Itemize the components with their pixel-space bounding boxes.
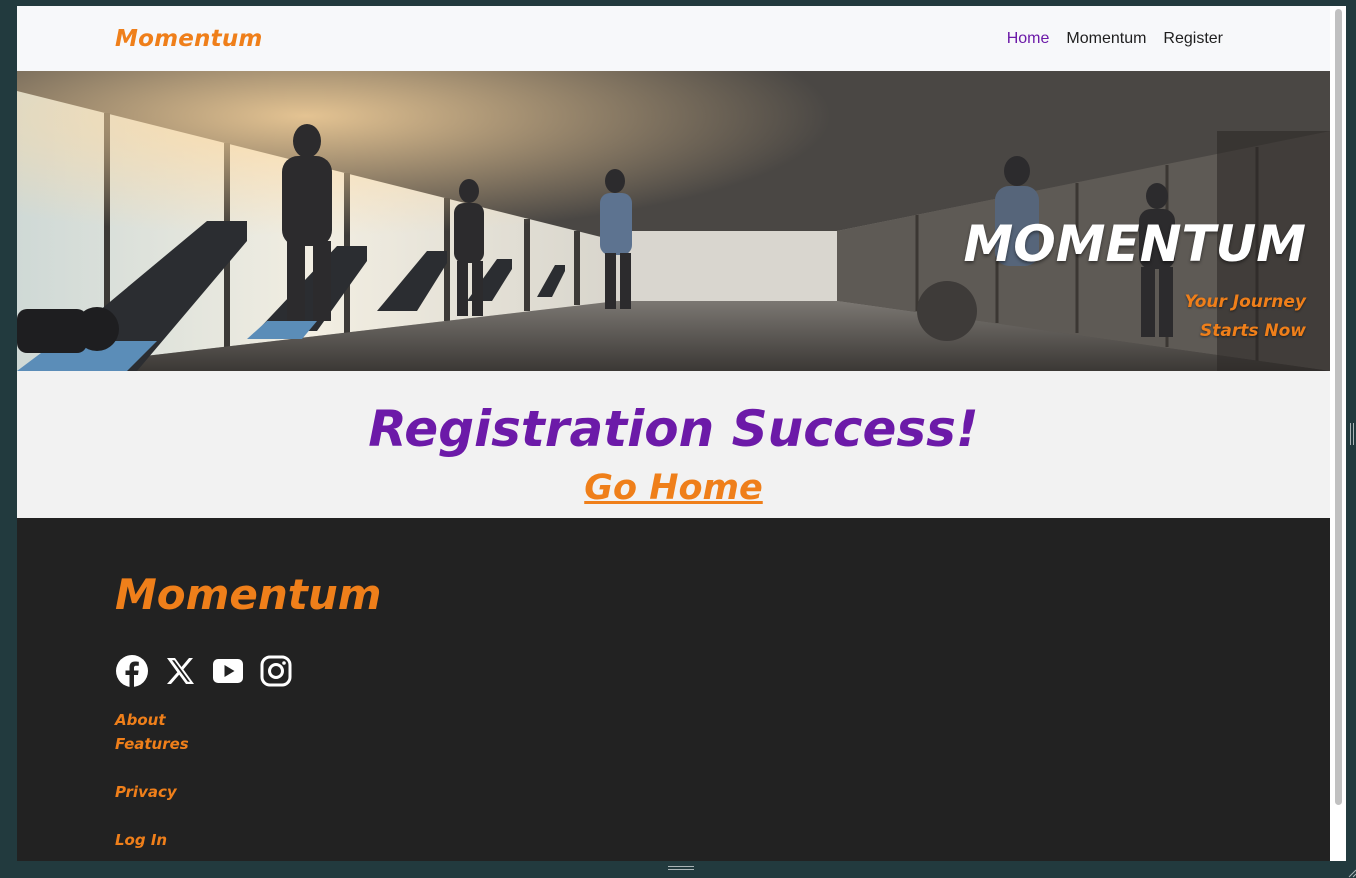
vertical-scrollbar[interactable]: [1330, 6, 1346, 861]
footer: Momentum About Features Privacy Log In: [17, 518, 1330, 861]
footer-links-spacer: [115, 756, 1330, 780]
success-heading: Registration Success!: [368, 400, 979, 458]
bottom-resize-handle[interactable]: [668, 866, 694, 874]
footer-brand: Momentum: [115, 570, 382, 619]
nav-link-register[interactable]: Register: [1163, 30, 1223, 48]
hero-text: MOMENTUM Your Journey Starts Now: [964, 216, 1306, 346]
youtube-icon[interactable]: [211, 654, 245, 688]
facebook-icon[interactable]: [115, 654, 149, 688]
hero-banner: MOMENTUM Your Journey Starts Now: [17, 71, 1330, 371]
corner-resize-grip[interactable]: [1346, 862, 1356, 878]
footer-links: About Features Privacy Log In: [115, 708, 1330, 852]
go-home-link[interactable]: Go Home: [584, 467, 763, 509]
instagram-icon[interactable]: [259, 654, 293, 688]
hero-title: MOMENTUM: [963, 215, 1306, 273]
navbar: Momentum Home Momentum Register: [17, 6, 1330, 71]
brand-logo[interactable]: Momentum: [115, 26, 263, 52]
main-content: Registration Success! Go Home: [17, 371, 1330, 518]
social-links: [115, 654, 1330, 688]
footer-link-privacy[interactable]: Privacy: [115, 780, 1330, 804]
nav-links: Home Momentum Register: [1007, 6, 1223, 71]
footer-link-features[interactable]: Features: [115, 732, 1330, 756]
footer-link-about[interactable]: About: [115, 708, 1330, 732]
scrollbar-thumb[interactable]: [1335, 9, 1342, 805]
nav-link-home[interactable]: Home: [1007, 30, 1050, 48]
hero-subtitle-line2: Starts Now: [1199, 321, 1306, 341]
nav-link-momentum[interactable]: Momentum: [1066, 30, 1146, 48]
hero-subtitle-line1: Your Journey: [1184, 292, 1306, 312]
side-resize-grip[interactable]: [1350, 423, 1354, 445]
browser-viewport: Momentum Home Momentum Register MOMENTUM…: [17, 6, 1330, 861]
x-icon[interactable]: [163, 654, 197, 688]
footer-link-login[interactable]: Log In: [115, 828, 1330, 852]
footer-links-spacer: [115, 804, 1330, 828]
hero-subtitle: Your Journey Starts Now: [964, 288, 1306, 346]
